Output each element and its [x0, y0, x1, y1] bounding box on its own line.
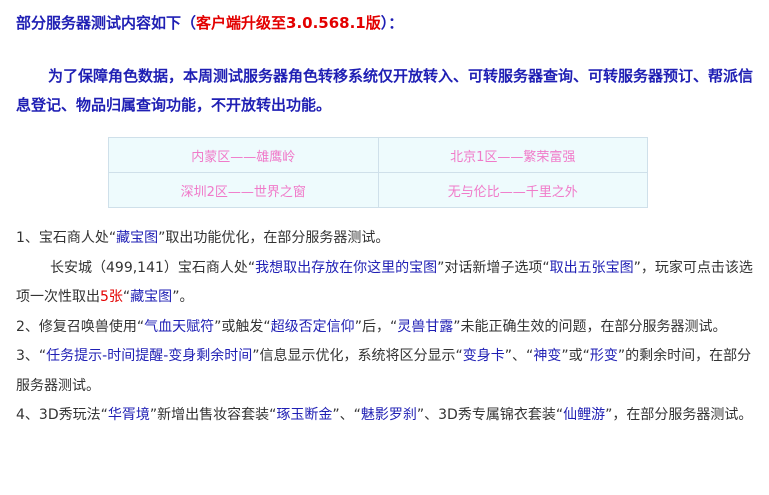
quantity-highlight: 5张 — [100, 289, 123, 305]
highlight-term: 仙鲤游 — [563, 407, 606, 423]
list-item: 4、3D秀玩法“华胥境”新增出售妆容套装“琢玉断金”、“魅影罗刹”、3D秀专属锦… — [16, 401, 761, 431]
item-text: ”对话新增子选项“ — [437, 259, 550, 276]
server-cell: 内蒙区——雄鹰岭 — [108, 137, 379, 173]
highlight-term: 我想取出存放在你这里的宝图 — [255, 259, 438, 276]
highlight-term: 形变 — [589, 348, 618, 364]
highlight-term: 取出五张宝图 — [549, 259, 634, 276]
list-item-detail: 长安城（499,141）宝石商人处“我想取出存放在你这里的宝图”对话新增子选项“… — [16, 254, 761, 313]
test-server-table: 内蒙区——雄鹰岭 北京1区——繁荣富强 深圳2区——世界之窗 无与伦比——千里之… — [108, 137, 648, 208]
highlight-term: 神变 — [533, 348, 562, 364]
item-text: ”后，“ — [354, 318, 398, 335]
list-item: 3、“任务提示-时间提醒-变身剩余时间”信息显示优化，系统将区分显示“变身卡”、… — [16, 342, 761, 401]
list-item: 1、宝石商人处“藏宝图”取出功能优化，在部分服务器测试。 — [16, 224, 761, 254]
item-text: 3、“ — [16, 348, 47, 364]
list-item: 2、修复召唤兽使用“气血天赋符”或触发“超级否定信仰”后，“灵兽甘露”未能正确生… — [16, 313, 761, 343]
item-text: ”、“ — [504, 348, 534, 364]
server-cell: 北京1区——繁荣富强 — [377, 137, 648, 173]
table-row: 内蒙区——雄鹰岭 北京1区——繁荣富强 — [108, 137, 648, 173]
item-text: ”、“ — [332, 407, 361, 423]
highlight-term: 琢玉断金 — [276, 407, 333, 423]
change-list: 1、宝石商人处“藏宝图”取出功能优化，在部分服务器测试。 长安城（499,141… — [16, 224, 761, 431]
item-text: ”、3D秀专属锦衣套装“ — [416, 407, 564, 423]
client-version: 客户端升级至3.0.568.1版 — [196, 14, 381, 32]
item-text: ”信息显示优化，系统将区分显示“ — [252, 348, 463, 364]
highlight-term: 灵兽甘露 — [397, 318, 454, 335]
highlight-term: 藏宝图 — [116, 230, 159, 246]
item-text: 1、宝石商人处“ — [16, 230, 117, 246]
item-text: ”新增出售妆容套装“ — [149, 407, 277, 423]
item-text: ”或“ — [561, 348, 590, 364]
item-text: ”。 — [172, 289, 194, 305]
item-text: 长安城（499,141）宝石商人处“ — [50, 259, 256, 276]
highlight-term: 藏宝图 — [130, 289, 173, 305]
item-text: ”未能正确生效的问题，在部分服务器测试。 — [453, 318, 727, 335]
highlight-term: 华胥境 — [107, 407, 150, 423]
highlight-term: 变身卡 — [462, 348, 505, 364]
item-text: ”取出功能优化，在部分服务器测试。 — [158, 230, 390, 246]
server-cell: 无与伦比——千里之外 — [377, 172, 648, 208]
highlight-term: 任务提示-时间提醒-变身剩余时间 — [46, 348, 253, 364]
highlight-term: 魅影罗刹 — [360, 407, 417, 423]
highlight-term: 超级否定信仰 — [270, 318, 355, 335]
item-text: ”，在部分服务器测试。 — [605, 407, 753, 423]
item-text: 2、修复召唤兽使用“ — [16, 318, 145, 335]
item-text: ”或触发“ — [214, 318, 271, 335]
heading-prefix: 部分服务器测试内容如下（ — [16, 14, 197, 32]
page-heading: 部分服务器测试内容如下（客户端升级至3.0.568.1版）： — [16, 12, 403, 33]
intro-paragraph: 为了保障角色数据，本周测试服务器角色转移系统仅开放转入、可转服务器查询、可转服务… — [16, 67, 754, 114]
heading-suffix: ）： — [380, 14, 404, 32]
highlight-term: 气血天赋符 — [144, 318, 215, 335]
server-cell: 深圳2区——世界之窗 — [108, 172, 379, 208]
table-row: 深圳2区——世界之窗 无与伦比——千里之外 — [108, 172, 648, 208]
item-text: 4、3D秀玩法“ — [16, 407, 108, 423]
